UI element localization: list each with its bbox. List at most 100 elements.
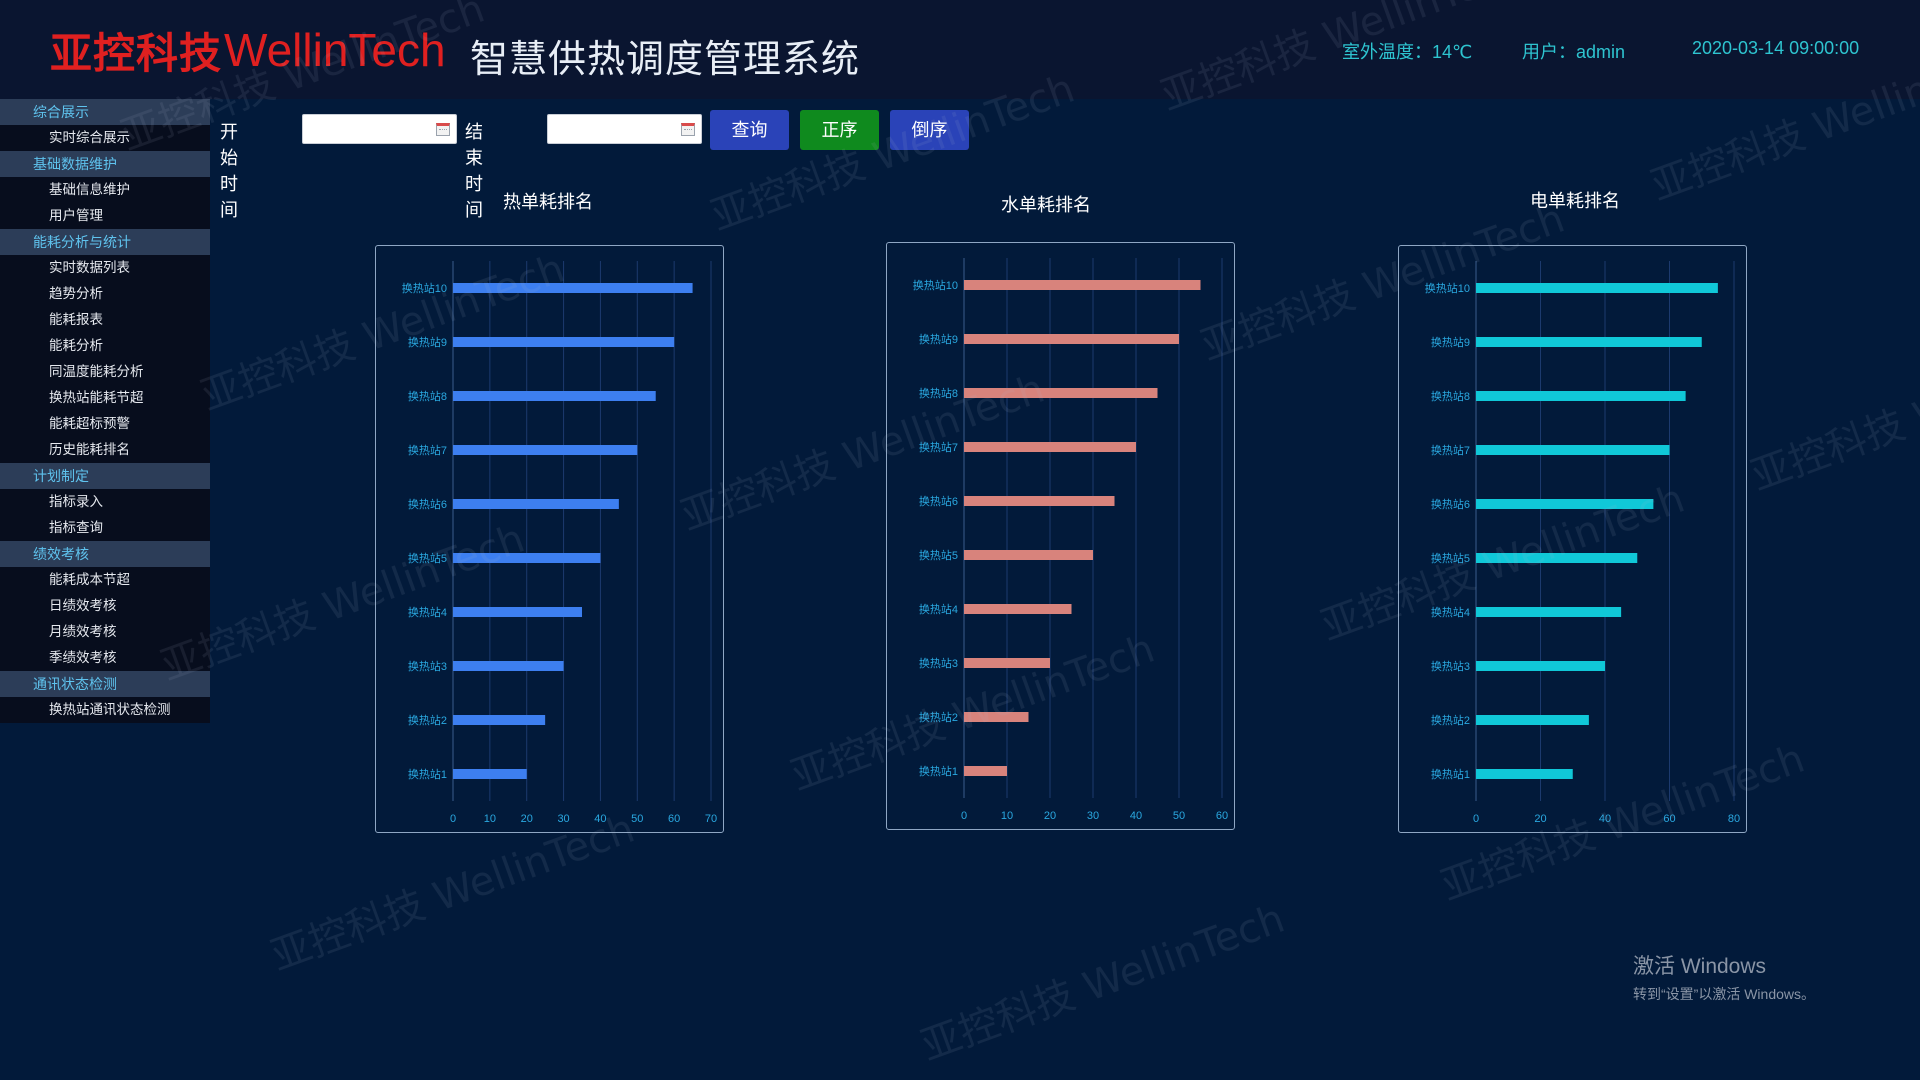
app-title: 智慧供热调度管理系统 — [470, 39, 861, 81]
bar[interactable] — [453, 391, 656, 401]
power-chart-title: 电单耗排名 — [1530, 191, 1620, 211]
bar[interactable] — [1476, 391, 1686, 401]
sidebar-group[interactable]: 综合展示 — [0, 99, 210, 125]
y-tick-label: 换热站2 — [408, 713, 447, 727]
sidebar-item[interactable]: 实时数据列表 — [0, 255, 210, 281]
end-time-input[interactable] — [547, 114, 702, 144]
sidebar-item[interactable]: 季绩效考核 — [0, 645, 210, 671]
bar[interactable] — [964, 712, 1029, 722]
bar[interactable] — [964, 658, 1050, 668]
y-tick-label: 换热站5 — [408, 551, 447, 565]
y-tick-label: 换热站5 — [919, 548, 958, 562]
y-tick-label: 换热站5 — [1431, 551, 1470, 565]
y-tick-label: 换热站10 — [1425, 281, 1470, 295]
sidebar-item[interactable]: 换热站通讯状态检测 — [0, 697, 210, 723]
query-button[interactable]: 查询 — [710, 110, 789, 150]
x-tick-label: 20 — [521, 813, 533, 825]
sidebar-item[interactable]: 趋势分析 — [0, 281, 210, 307]
sidebar-item[interactable]: 能耗成本节超 — [0, 567, 210, 593]
sort-descending-button[interactable]: 倒序 — [890, 110, 969, 150]
y-tick-label: 换热站3 — [1431, 659, 1470, 673]
bar[interactable] — [1476, 661, 1605, 671]
sidebar-item[interactable]: 能耗超标预警 — [0, 411, 210, 437]
bar[interactable] — [453, 769, 527, 779]
power-consumption-chart: 换热站10 换热站9 换热站8 换热站7 换热站6 换热站5 换热站4 换热站3 换热站2 换热站… — [1398, 245, 1747, 833]
start-time-input[interactable] — [302, 114, 457, 144]
bar[interactable] — [453, 715, 546, 725]
chart-svg: 换热站10换热站9换热站8换热站7换热站6换热站5换热站4换热站3换热站2换热站… — [913, 258, 1228, 822]
x-tick-label: 10 — [1001, 810, 1013, 822]
bar[interactable] — [964, 442, 1136, 452]
bar[interactable] — [1476, 715, 1589, 725]
calendar-icon[interactable] — [436, 123, 450, 136]
bar[interactable] — [964, 766, 1007, 776]
bar[interactable] — [1476, 607, 1622, 617]
sidebar-item[interactable]: 日绩效考核 — [0, 593, 210, 619]
sidebar-group[interactable]: 绩效考核 — [0, 541, 210, 567]
sidebar-group[interactable]: 通讯状态检测 — [0, 671, 210, 697]
y-tick-label: 换热站4 — [408, 605, 447, 619]
bar[interactable] — [964, 550, 1093, 560]
y-tick-label: 换热站10 — [402, 281, 447, 295]
sidebar-item[interactable]: 同温度能耗分析 — [0, 359, 210, 385]
sidebar-item[interactable]: 基础信息维护 — [0, 177, 210, 203]
bar[interactable] — [453, 607, 582, 617]
sidebar-group[interactable]: 能耗分析与统计 — [0, 229, 210, 255]
water-consumption-chart: 换热站10 换热站9 换热站8 换热站7 换热站6 换热站5 换热站4 换热站3 换热站2 换热站… — [886, 242, 1235, 830]
x-tick-label: 70 — [705, 813, 717, 825]
sidebar-group[interactable]: 基础数据维护 — [0, 151, 210, 177]
x-tick-label: 30 — [1087, 810, 1099, 822]
bar[interactable] — [1476, 445, 1670, 455]
y-tick-label: 换热站4 — [919, 602, 958, 616]
bar[interactable] — [453, 661, 564, 671]
y-tick-label: 换热站7 — [408, 443, 447, 457]
bar[interactable] — [1476, 769, 1573, 779]
y-tick-label: 换热站10 — [913, 278, 958, 292]
x-tick-label: 40 — [1130, 810, 1142, 822]
x-tick-label: 30 — [557, 813, 569, 825]
bar[interactable] — [453, 337, 675, 347]
bar[interactable] — [964, 280, 1201, 290]
company-logo: 亚控科技 WellinTech — [50, 20, 446, 80]
sidebar-item[interactable]: 能耗报表 — [0, 307, 210, 333]
sidebar-item[interactable]: 换热站能耗节超 — [0, 385, 210, 411]
bar[interactable] — [453, 445, 638, 455]
bar[interactable] — [1476, 553, 1638, 563]
chart-svg: 换热站10换热站9换热站8换热站7换热站6换热站5换热站4换热站3换热站2换热站… — [1425, 261, 1740, 825]
y-tick-label: 换热站8 — [919, 386, 958, 400]
bar[interactable] — [453, 283, 693, 293]
sidebar-item[interactable]: 实时综合展示 — [0, 125, 210, 151]
bar[interactable] — [964, 334, 1179, 344]
bar[interactable] — [453, 553, 601, 563]
bar[interactable] — [1476, 337, 1702, 347]
y-tick-label: 换热站6 — [919, 494, 958, 508]
y-tick-label: 换热站9 — [408, 335, 447, 349]
start-time-label: 开始时间 — [220, 122, 238, 220]
x-tick-label: 60 — [668, 813, 680, 825]
sidebar-item[interactable]: 用户管理 — [0, 203, 210, 229]
sidebar-nav: 综合展示 实时综合展示 基础数据维护 基础信息维护 用户管理 能耗分析与统计 实时数据列表趋… — [0, 99, 210, 723]
sidebar-item[interactable]: 指标查询 — [0, 515, 210, 541]
bar[interactable] — [964, 604, 1072, 614]
y-tick-label: 换热站1 — [408, 767, 447, 781]
sidebar-item[interactable]: 历史能耗排名 — [0, 437, 210, 463]
sidebar-item[interactable]: 指标录入 — [0, 489, 210, 515]
sidebar-item[interactable]: 月绩效考核 — [0, 619, 210, 645]
bar[interactable] — [964, 388, 1158, 398]
x-tick-label: 40 — [1599, 813, 1611, 825]
bar[interactable] — [453, 499, 619, 509]
heat-consumption-chart: 换热站10 换热站9 换热站8 换热站7 换热站6 换热站5 换热站4 换热站3 换热站2 换热站… — [375, 245, 724, 833]
y-tick-label: 换热站3 — [408, 659, 447, 673]
x-tick-label: 60 — [1216, 810, 1228, 822]
calendar-icon[interactable] — [681, 123, 695, 136]
sidebar-item[interactable]: 能耗分析 — [0, 333, 210, 359]
bar[interactable] — [964, 496, 1115, 506]
y-tick-label: 换热站1 — [919, 764, 958, 778]
sort-ascending-button[interactable]: 正序 — [800, 110, 879, 150]
current-user: 用户：admin — [1522, 42, 1626, 62]
bar[interactable] — [1476, 283, 1718, 293]
bar[interactable] — [1476, 499, 1654, 509]
x-tick-label: 0 — [450, 813, 456, 825]
sidebar-group[interactable]: 计划制定 — [0, 463, 210, 489]
activation-hint: 转到“设置”以激活 Windows。 — [1633, 986, 1816, 1002]
